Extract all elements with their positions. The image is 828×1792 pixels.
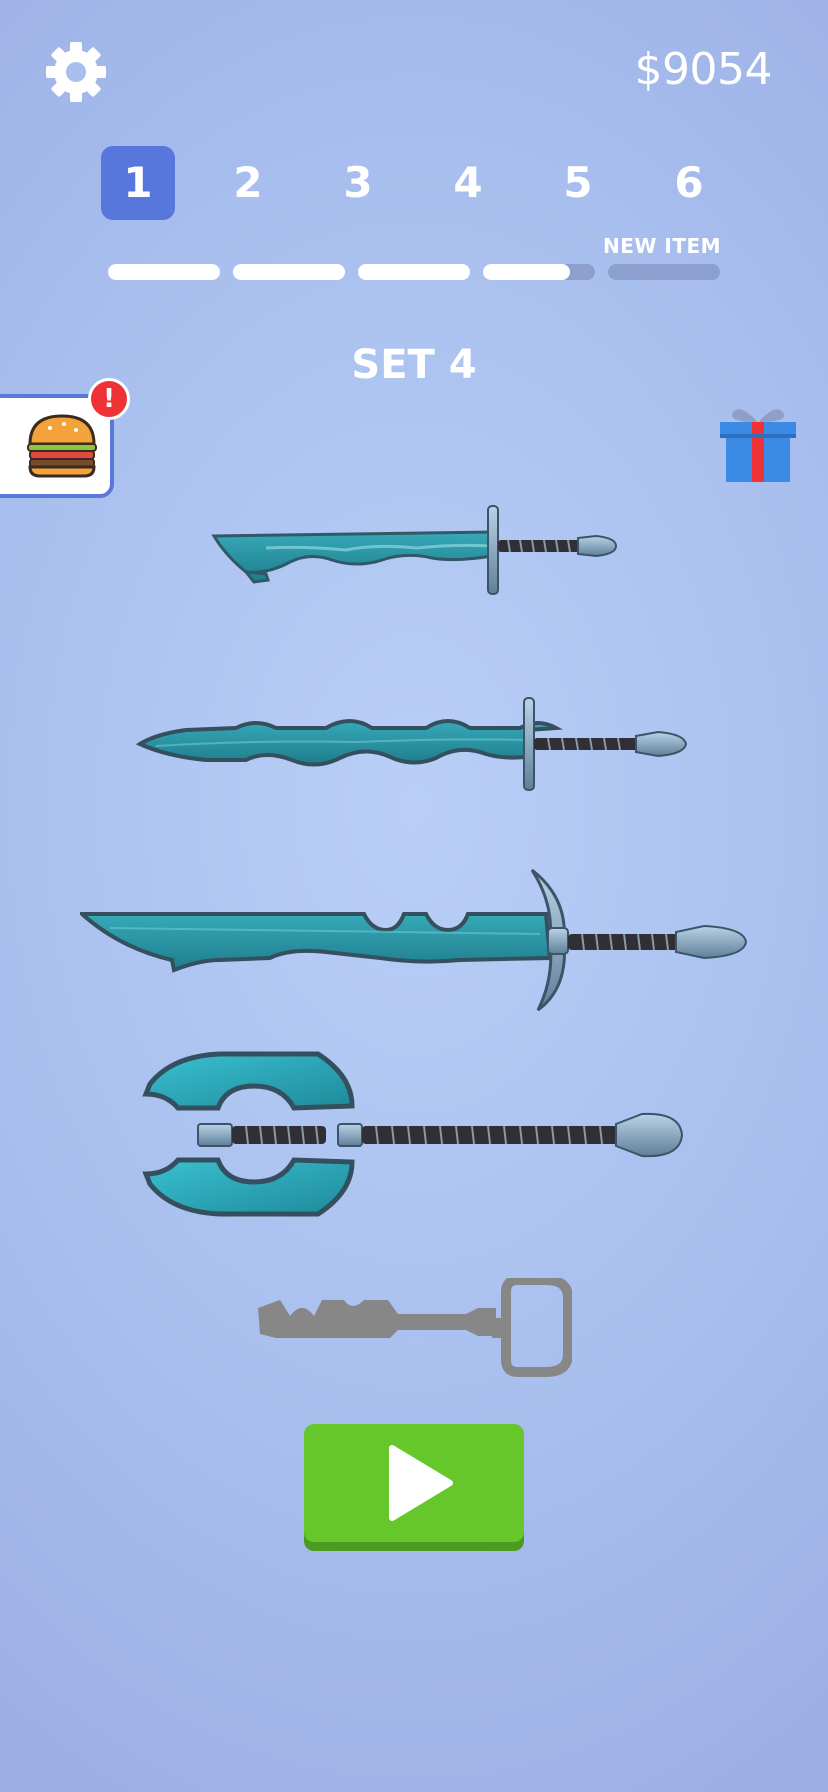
gear-icon <box>46 42 106 102</box>
progress-bar-2 <box>233 264 345 280</box>
double-axe[interactable] <box>142 1046 688 1226</box>
level-2-tab[interactable]: 2 <box>211 146 285 220</box>
progress-bar-3 <box>358 264 470 280</box>
level-5-tab[interactable]: 5 <box>541 146 615 220</box>
serpent-sword[interactable] <box>136 694 696 794</box>
play-button[interactable] <box>304 1424 524 1542</box>
set-title: SET 4 <box>351 342 477 388</box>
alert-badge: ! <box>88 378 130 420</box>
level-6-tab[interactable]: 6 <box>652 146 726 220</box>
level-4-tab[interactable]: 4 <box>431 146 505 220</box>
locked-key-silhouette <box>258 1278 572 1377</box>
wavy-dagger[interactable] <box>206 500 626 600</box>
play-icon <box>389 1445 453 1521</box>
level-selector: 1 2 3 4 5 6 <box>0 146 828 222</box>
gift-icon <box>720 409 796 482</box>
burger-icon <box>27 414 97 478</box>
progress-bar-4 <box>483 264 595 280</box>
progress-bar-1 <box>108 264 220 280</box>
gift-button[interactable] <box>716 402 800 486</box>
level-1-tab[interactable]: 1 <box>101 146 175 220</box>
progress-fill <box>483 264 571 280</box>
settings-button[interactable] <box>44 40 108 104</box>
level-3-tab[interactable]: 3 <box>321 146 395 220</box>
money-counter: $9054 <box>634 44 773 95</box>
progress-bar-5 <box>608 264 720 280</box>
new-item-label: NEW ITEM <box>603 234 722 258</box>
broad-sword[interactable] <box>80 868 750 1018</box>
